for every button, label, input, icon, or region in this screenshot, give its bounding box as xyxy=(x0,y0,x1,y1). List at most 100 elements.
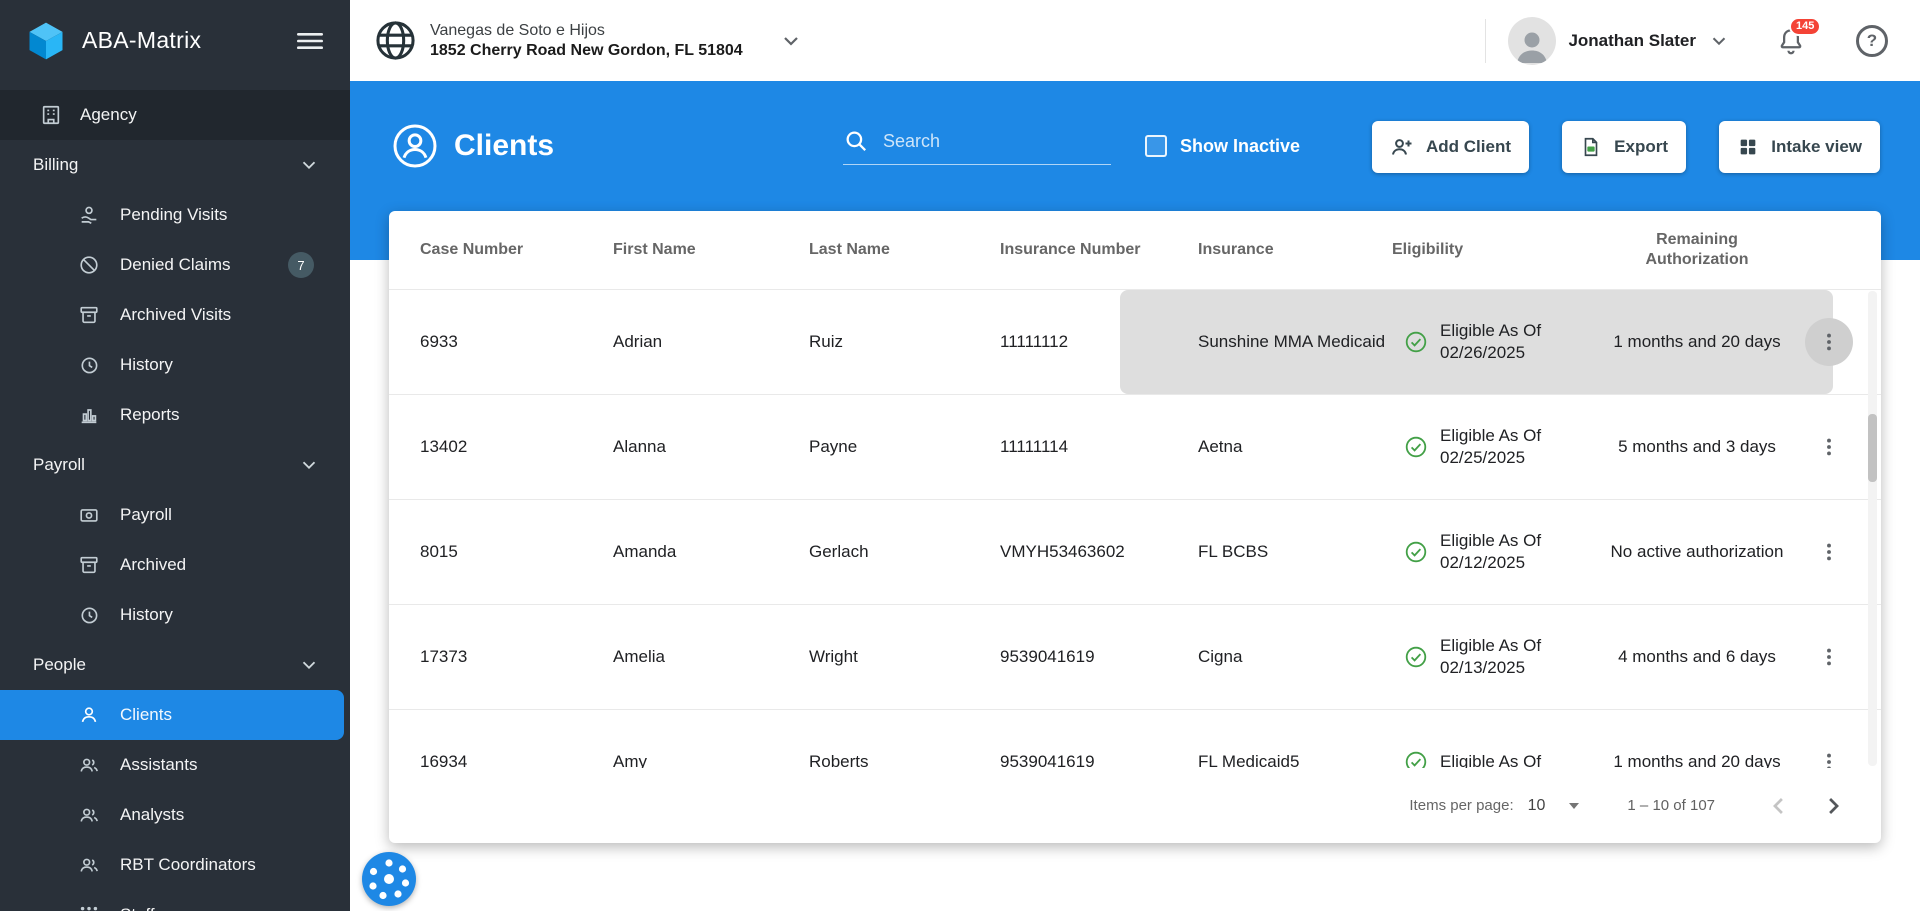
items-per-page-value: 10 xyxy=(1528,797,1546,815)
table-scrollbar xyxy=(1868,291,1877,766)
table-row[interactable]: 13402 Alanna Payne 11111114 Aetna Eligib… xyxy=(389,394,1881,499)
cell-case-number: 6933 xyxy=(420,332,613,352)
table-row[interactable]: 6933 Adrian Ruiz 11111112 Sunshine MMA M… xyxy=(389,289,1881,394)
cell-insurance: Aetna xyxy=(1198,437,1392,457)
company-selector[interactable]: Vanegas de Soto e Hijos 1852 Cherry Road… xyxy=(371,16,803,65)
cell-insurance: FL BCBS xyxy=(1198,542,1392,562)
table-body: 6933 Adrian Ruiz 11111112 Sunshine MMA M… xyxy=(389,289,1881,768)
sidebar-item-label: Agency xyxy=(80,105,137,125)
cell-last-name: Ruiz xyxy=(809,332,1000,352)
sidebar-item-label: Clients xyxy=(120,705,172,725)
sidebar-item-label: History xyxy=(120,605,173,625)
help-button[interactable]: ? xyxy=(1856,25,1888,57)
sidebar-section-label: Payroll xyxy=(33,455,85,475)
previous-page-button[interactable] xyxy=(1765,792,1793,820)
page-title: Clients xyxy=(392,123,554,169)
chevron-down-icon[interactable] xyxy=(1708,30,1730,52)
archive-icon xyxy=(78,554,100,576)
eligibility-date: 02/12/2025 xyxy=(1440,552,1541,574)
next-page-button[interactable] xyxy=(1819,792,1847,820)
sidebar-item-denied-claims[interactable]: Denied Claims 7 xyxy=(0,240,350,290)
page-title-text: Clients xyxy=(454,129,554,163)
scrollbar-thumb[interactable] xyxy=(1868,414,1877,482)
table-row[interactable]: 8015 Amanda Gerlach VMYH53463602 FL BCBS… xyxy=(389,499,1881,604)
caret-down-icon xyxy=(1569,803,1579,809)
sidebar-item-label: Payroll xyxy=(120,505,172,525)
sidebar-item-archived-visits[interactable]: Archived Visits xyxy=(0,290,350,340)
cell-case-number: 13402 xyxy=(420,437,613,457)
table-row[interactable]: 16934 Amy Roberts 9539041619 FL Medicaid… xyxy=(389,709,1881,768)
pagination-range: 1 – 10 of 107 xyxy=(1627,797,1715,814)
cell-remaining-authorization: 4 months and 6 days xyxy=(1597,647,1797,667)
column-header: Last Name xyxy=(809,241,1000,259)
cell-case-number: 17373 xyxy=(420,647,613,667)
cell-insurance-number: VMYH53463602 xyxy=(1000,542,1198,562)
sidebar-item-rbt-coordinators[interactable]: RBT Coordinators xyxy=(0,840,350,890)
sidebar-item-pending-visits[interactable]: Pending Visits xyxy=(0,190,350,240)
menu-toggle-button[interactable] xyxy=(296,29,324,53)
eligible-check-icon xyxy=(1404,645,1428,669)
eligible-check-icon xyxy=(1404,435,1428,459)
cell-case-number: 16934 xyxy=(420,752,613,768)
sidebar-item-reports[interactable]: Reports xyxy=(0,390,350,440)
table-row[interactable]: 17373 Amelia Wright 9539041619 Cigna Eli… xyxy=(389,604,1881,709)
show-inactive-checkbox[interactable] xyxy=(1145,135,1167,157)
sidebar-section-people[interactable]: People xyxy=(0,640,350,690)
cell-insurance-number: 11111112 xyxy=(1000,332,1198,352)
add-client-button[interactable]: Add Client xyxy=(1372,121,1529,173)
items-per-page-select[interactable]: 10 xyxy=(1528,797,1580,815)
show-inactive-label: Show Inactive xyxy=(1180,136,1300,157)
sidebar-item-staff[interactable]: Staff xyxy=(0,890,350,911)
row-menu-button[interactable] xyxy=(1805,318,1853,366)
avatar[interactable] xyxy=(1508,17,1556,65)
csv-file-icon xyxy=(1580,136,1602,158)
app-logo-icon xyxy=(24,19,68,63)
cookie-widget-button[interactable] xyxy=(360,850,418,908)
row-menu-button[interactable] xyxy=(1805,423,1853,471)
cell-insurance: Cigna xyxy=(1198,647,1392,667)
cell-insurance-number: 9539041619 xyxy=(1000,647,1198,667)
user-name[interactable]: Jonathan Slater xyxy=(1568,31,1696,51)
eligibility-label: Eligible As Of xyxy=(1440,751,1541,768)
row-menu-button[interactable] xyxy=(1805,633,1853,681)
column-header: Insurance Number xyxy=(1000,241,1198,259)
sidebar-item-payroll[interactable]: Payroll xyxy=(0,490,350,540)
cell-last-name: Payne xyxy=(809,437,1000,457)
app-title: ABA-Matrix xyxy=(82,27,201,54)
pagination: Items per page: 10 1 – 10 of 107 xyxy=(389,768,1881,843)
sidebar-item-assistants[interactable]: Assistants xyxy=(0,740,350,790)
chevron-down-icon xyxy=(298,454,320,476)
notifications-button[interactable]: 145 xyxy=(1776,26,1806,56)
sidebar-item-analysts[interactable]: Analysts xyxy=(0,790,350,840)
sidebar-item-label: Analysts xyxy=(120,805,184,825)
sidebar-item-agency[interactable]: Agency xyxy=(0,90,350,140)
clients-table-card: Case Number First Name Last Name Insuran… xyxy=(389,211,1881,843)
sidebar-item-payroll-archived[interactable]: Archived xyxy=(0,540,350,590)
sidebar-item-label: Denied Claims xyxy=(120,255,231,275)
cell-remaining-authorization: 5 months and 3 days xyxy=(1597,437,1797,457)
sidebar-item-clients[interactable]: Clients xyxy=(0,690,344,740)
sidebar-section-billing[interactable]: Billing xyxy=(0,140,350,190)
sidebar-item-billing-history[interactable]: History xyxy=(0,340,350,390)
items-per-page-label: Items per page: xyxy=(1409,797,1513,814)
export-button[interactable]: Export xyxy=(1562,121,1686,173)
sidebar-section-label: Billing xyxy=(33,155,78,175)
cell-eligibility: Eligible As Of xyxy=(1392,750,1597,768)
company-text: Vanegas de Soto e Hijos 1852 Cherry Road… xyxy=(430,22,743,60)
cell-insurance: Sunshine MMA Medicaid xyxy=(1198,332,1392,352)
cell-eligibility: Eligible As Of 02/26/2025 xyxy=(1392,320,1597,365)
sidebar-item-label: RBT Coordinators xyxy=(120,855,256,875)
sidebar-item-payroll-history[interactable]: History xyxy=(0,590,350,640)
search-input[interactable] xyxy=(883,131,1111,152)
cell-last-name: Roberts xyxy=(809,752,1000,768)
eligible-check-icon xyxy=(1404,750,1428,768)
eligibility-label: Eligible As Of xyxy=(1440,320,1541,342)
row-menu-button[interactable] xyxy=(1805,528,1853,576)
sidebar-item-label: Pending Visits xyxy=(120,205,227,225)
intake-view-button[interactable]: Intake view xyxy=(1719,121,1880,173)
person-add-icon xyxy=(1390,135,1414,159)
row-menu-button[interactable] xyxy=(1805,738,1853,768)
sidebar-section-payroll[interactable]: Payroll xyxy=(0,440,350,490)
cell-last-name: Wright xyxy=(809,647,1000,667)
sidebar-nav: Agency Billing Pending Visits Denied Cla… xyxy=(0,90,350,911)
